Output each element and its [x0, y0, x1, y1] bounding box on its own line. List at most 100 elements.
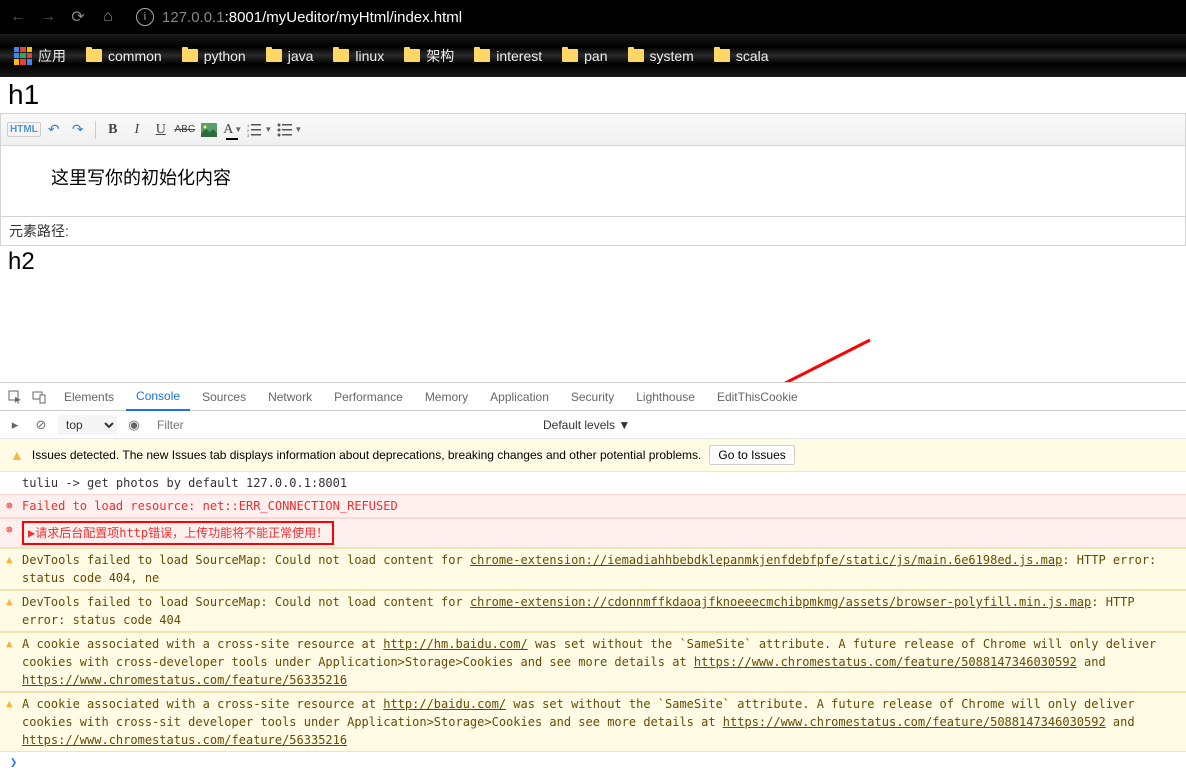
- inspect-icon[interactable]: [6, 388, 24, 406]
- bookmark-label: linux: [355, 48, 384, 64]
- folder-icon: [714, 49, 730, 62]
- back-button[interactable]: ←: [8, 8, 28, 26]
- warning-icon: ▲: [6, 552, 13, 569]
- editor-content[interactable]: 这里写你的初始化内容: [1, 146, 1185, 216]
- console-filter-bar: ▸ ⊘ top ◉ Default levels ▼: [0, 411, 1186, 439]
- folder-icon: [474, 49, 490, 62]
- h2-label: h2: [0, 246, 1186, 278]
- bookmark-linux[interactable]: linux: [333, 48, 384, 64]
- tab-elements[interactable]: Elements: [54, 383, 124, 411]
- italic-button[interactable]: I: [126, 119, 148, 141]
- tab-lighthouse[interactable]: Lighthouse: [626, 383, 705, 411]
- warning-icon: ▲: [10, 447, 24, 463]
- tab-security[interactable]: Security: [561, 383, 624, 411]
- bookmark-label: 架构: [426, 46, 454, 66]
- underline-button[interactable]: U: [150, 119, 172, 141]
- highlighted-error: ▶请求后台配置项http错误，上传功能将不能正常使用！: [22, 521, 334, 545]
- sidebar-toggle-icon[interactable]: ▸: [6, 417, 24, 433]
- console-warning-row: ▲ DevTools failed to load SourceMap: Cou…: [0, 590, 1186, 632]
- live-expression-icon[interactable]: ◉: [125, 417, 143, 433]
- svg-text:3: 3: [247, 133, 250, 137]
- bookmark-scala[interactable]: scala: [714, 48, 769, 64]
- bookmark-java[interactable]: java: [266, 48, 314, 64]
- ueditor: HTML ↶ ↷ B I U ABC A▼ 123▼ ▼ 这里写你的初始化内容 …: [0, 113, 1186, 246]
- warning-icon: ▲: [6, 594, 13, 611]
- undo-button[interactable]: ↶: [43, 119, 65, 141]
- forward-button[interactable]: →: [38, 8, 58, 26]
- image-button[interactable]: [198, 119, 220, 141]
- console-error-row: ⊗ Failed to load resource: net::ERR_CONN…: [0, 494, 1186, 518]
- bookmark-label: common: [108, 48, 162, 64]
- devtools-tabs: Elements Console Sources Network Perform…: [0, 383, 1186, 411]
- error-icon: ⊗: [6, 498, 13, 515]
- home-button[interactable]: ⌂: [98, 8, 118, 26]
- clear-console-icon[interactable]: ⊘: [32, 417, 50, 433]
- log-text: DevTools failed to load SourceMap: Could…: [22, 593, 1176, 629]
- bookmark-label: scala: [736, 48, 769, 64]
- apps-button[interactable]: 应用: [14, 46, 66, 66]
- apps-label: 应用: [38, 46, 66, 66]
- folder-icon: [404, 49, 420, 62]
- bookmark-label: system: [650, 48, 694, 64]
- issues-text: Issues detected. The new Issues tab disp…: [32, 448, 702, 462]
- unordered-list-button[interactable]: ▼: [276, 119, 304, 141]
- bookmark-label: interest: [496, 48, 542, 64]
- bookmark-interest[interactable]: interest: [474, 48, 542, 64]
- folder-icon: [333, 49, 349, 62]
- separator: [95, 121, 96, 139]
- filter-input[interactable]: [151, 415, 531, 435]
- device-icon[interactable]: [30, 388, 48, 406]
- tab-performance[interactable]: Performance: [324, 383, 413, 411]
- console-log-row: tuliu -> get photos by default 127.0.0.1…: [0, 472, 1186, 494]
- devtools-panel: Elements Console Sources Network Perform…: [0, 382, 1186, 772]
- url-bar[interactable]: i 127.0.0.1:8001/myUeditor/myHtml/index.…: [128, 3, 1178, 31]
- warning-icon: ▲: [6, 696, 13, 713]
- bold-button[interactable]: B: [102, 119, 124, 141]
- bookmark-label: java: [288, 48, 314, 64]
- log-text: A cookie associated with a cross-site re…: [22, 635, 1176, 689]
- bookmarks-bar: 应用 common python java linux 架构 interest …: [0, 34, 1186, 77]
- page-content: h1 HTML ↶ ↷ B I U ABC A▼ 123▼ ▼ 这里写你的初始化…: [0, 77, 1186, 278]
- bookmark-system[interactable]: system: [628, 48, 694, 64]
- reload-button[interactable]: ⟳: [68, 7, 88, 27]
- tab-console[interactable]: Console: [126, 383, 190, 411]
- console-warning-row: ▲ A cookie associated with a cross-site …: [0, 632, 1186, 692]
- error-icon: ⊗: [6, 522, 13, 539]
- ordered-list-button[interactable]: 123▼: [246, 119, 274, 141]
- strikethrough-button[interactable]: ABC: [174, 119, 196, 141]
- folder-icon: [86, 49, 102, 62]
- tab-memory[interactable]: Memory: [415, 383, 478, 411]
- warning-icon: ▲: [6, 636, 13, 653]
- bookmark-common[interactable]: common: [86, 48, 162, 64]
- go-to-issues-button[interactable]: Go to Issues: [709, 445, 794, 465]
- bookmark-pan[interactable]: pan: [562, 48, 607, 64]
- console-error-row: ⊗ ▶请求后台配置项http错误，上传功能将不能正常使用！: [0, 518, 1186, 548]
- info-icon[interactable]: i: [136, 8, 154, 26]
- log-text: tuliu -> get photos by default 127.0.0.1…: [22, 474, 347, 492]
- font-color-button[interactable]: A▼: [222, 119, 244, 141]
- redo-button[interactable]: ↷: [67, 119, 89, 141]
- context-dropdown[interactable]: top: [58, 415, 117, 435]
- bookmark-arch[interactable]: 架构: [404, 46, 454, 66]
- levels-dropdown[interactable]: Default levels ▼: [539, 416, 644, 434]
- log-text: Failed to load resource: net::ERR_CONNEC…: [22, 497, 398, 515]
- bookmark-python[interactable]: python: [182, 48, 246, 64]
- html-button[interactable]: HTML: [7, 122, 41, 137]
- tab-network[interactable]: Network: [258, 383, 322, 411]
- folder-icon: [182, 49, 198, 62]
- tab-sources[interactable]: Sources: [192, 383, 256, 411]
- element-path: 元素路径:: [1, 216, 1185, 245]
- bookmark-label: python: [204, 48, 246, 64]
- log-text: DevTools failed to load SourceMap: Could…: [22, 551, 1176, 587]
- folder-icon: [562, 49, 578, 62]
- folder-icon: [628, 49, 644, 62]
- console-messages: tuliu -> get photos by default 127.0.0.1…: [0, 472, 1186, 752]
- console-prompt[interactable]: ❯: [0, 752, 1186, 772]
- browser-navigation-bar: ← → ⟳ ⌂ i 127.0.0.1:8001/myUeditor/myHtm…: [0, 0, 1186, 34]
- tab-application[interactable]: Application: [480, 383, 559, 411]
- bookmark-label: pan: [584, 48, 607, 64]
- url-text: 127.0.0.1:8001/myUeditor/myHtml/index.ht…: [162, 9, 462, 26]
- tab-editthiscookie[interactable]: EditThisCookie: [707, 383, 808, 411]
- apps-icon: [14, 47, 32, 65]
- editor-toolbar: HTML ↶ ↷ B I U ABC A▼ 123▼ ▼: [1, 114, 1185, 146]
